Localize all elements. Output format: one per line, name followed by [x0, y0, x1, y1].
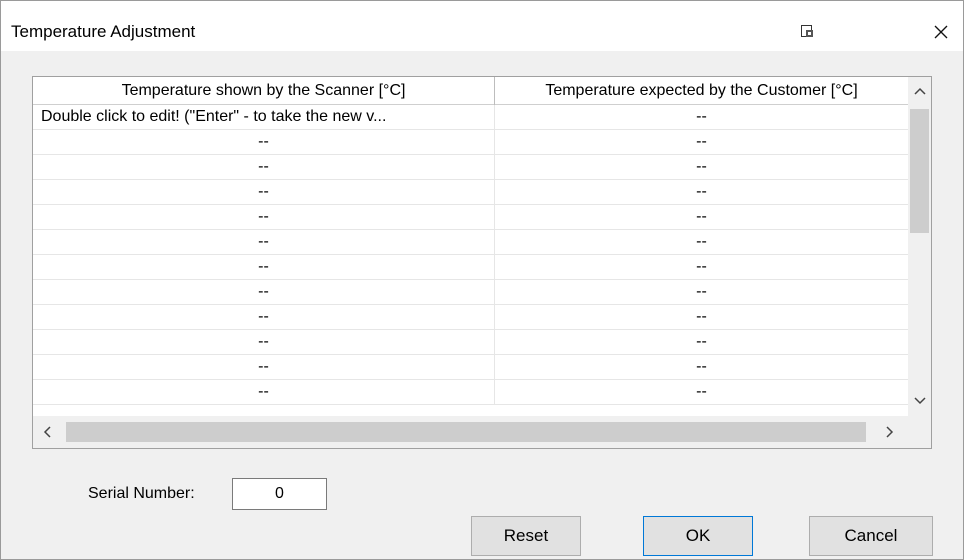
cell-customer-temperature[interactable]: -- — [495, 105, 908, 130]
window-restore-icon[interactable] — [793, 17, 823, 47]
table-row[interactable]: -- -- — [33, 255, 908, 280]
cell-scanner-temperature[interactable]: -- — [33, 155, 495, 180]
table-row[interactable]: -- -- — [33, 305, 908, 330]
vertical-scroll-thumb[interactable] — [910, 109, 929, 233]
table-row[interactable]: -- -- — [33, 280, 908, 305]
cell-customer-temperature[interactable]: -- — [495, 330, 908, 355]
scroll-right-button[interactable] — [876, 416, 904, 448]
temperature-grid[interactable]: Temperature shown by the Scanner [°C] Te… — [32, 76, 932, 449]
close-icon — [934, 25, 948, 39]
horizontal-scroll-thumb[interactable] — [66, 422, 866, 442]
cell-customer-temperature[interactable]: -- — [495, 180, 908, 205]
cell-customer-temperature[interactable]: -- — [495, 280, 908, 305]
temperature-adjustment-dialog: Temperature Adjustment Temperature shown… — [0, 0, 964, 560]
scrollbar-corner — [908, 416, 931, 448]
close-button[interactable] — [921, 15, 961, 49]
grid-header: Temperature shown by the Scanner [°C] Te… — [33, 77, 908, 105]
cell-scanner-temperature[interactable]: Double click to edit! ("Enter" - to take… — [33, 105, 495, 130]
table-row[interactable]: -- -- — [33, 205, 908, 230]
vertical-scrollbar[interactable] — [908, 77, 931, 423]
table-row[interactable]: -- -- — [33, 330, 908, 355]
cell-customer-temperature[interactable]: -- — [495, 355, 908, 380]
chevron-right-icon — [886, 426, 894, 438]
cell-customer-temperature[interactable]: -- — [495, 130, 908, 155]
grid-body: Double click to edit! ("Enter" - to take… — [33, 105, 908, 405]
column-header-scanner[interactable]: Temperature shown by the Scanner [°C] — [33, 77, 495, 105]
scroll-down-button[interactable] — [908, 387, 931, 415]
cell-scanner-temperature[interactable]: -- — [33, 305, 495, 330]
title-bar: Temperature Adjustment — [1, 1, 963, 51]
table-row[interactable]: -- -- — [33, 380, 908, 405]
cell-scanner-temperature[interactable]: -- — [33, 180, 495, 205]
column-header-customer[interactable]: Temperature expected by the Customer [°C… — [495, 77, 908, 105]
cell-scanner-temperature[interactable]: -- — [33, 205, 495, 230]
cell-scanner-temperature[interactable]: -- — [33, 280, 495, 305]
chevron-left-icon — [43, 426, 51, 438]
serial-number-label: Serial Number: — [88, 485, 195, 502]
horizontal-scrollbar[interactable] — [33, 416, 908, 448]
table-row[interactable]: -- -- — [33, 230, 908, 255]
cell-customer-temperature[interactable]: -- — [495, 305, 908, 330]
window-title: Temperature Adjustment — [11, 22, 196, 41]
chevron-down-icon — [913, 397, 926, 405]
table-row[interactable]: -- -- — [33, 355, 908, 380]
cell-scanner-temperature[interactable]: -- — [33, 230, 495, 255]
cell-scanner-temperature[interactable]: -- — [33, 355, 495, 380]
cell-customer-temperature[interactable]: -- — [495, 205, 908, 230]
cell-scanner-temperature[interactable]: -- — [33, 130, 495, 155]
cell-scanner-temperature[interactable]: -- — [33, 255, 495, 280]
cell-scanner-temperature[interactable]: -- — [33, 380, 495, 405]
chevron-up-icon — [913, 87, 926, 95]
cell-customer-temperature[interactable]: -- — [495, 155, 908, 180]
table-row[interactable]: -- -- — [33, 155, 908, 180]
ok-button[interactable]: OK — [643, 516, 753, 556]
table-row[interactable]: -- -- — [33, 130, 908, 155]
cell-scanner-temperature[interactable]: -- — [33, 330, 495, 355]
scroll-up-button[interactable] — [908, 77, 931, 105]
table-row[interactable]: Double click to edit! ("Enter" - to take… — [33, 105, 908, 130]
cell-customer-temperature[interactable]: -- — [495, 255, 908, 280]
cell-customer-temperature[interactable]: -- — [495, 380, 908, 405]
scroll-left-button[interactable] — [33, 416, 61, 448]
table-row[interactable]: -- -- — [33, 180, 908, 205]
reset-button[interactable]: Reset — [471, 516, 581, 556]
cancel-button[interactable]: Cancel — [809, 516, 933, 556]
serial-number-field[interactable]: 0 — [232, 478, 327, 510]
cell-customer-temperature[interactable]: -- — [495, 230, 908, 255]
